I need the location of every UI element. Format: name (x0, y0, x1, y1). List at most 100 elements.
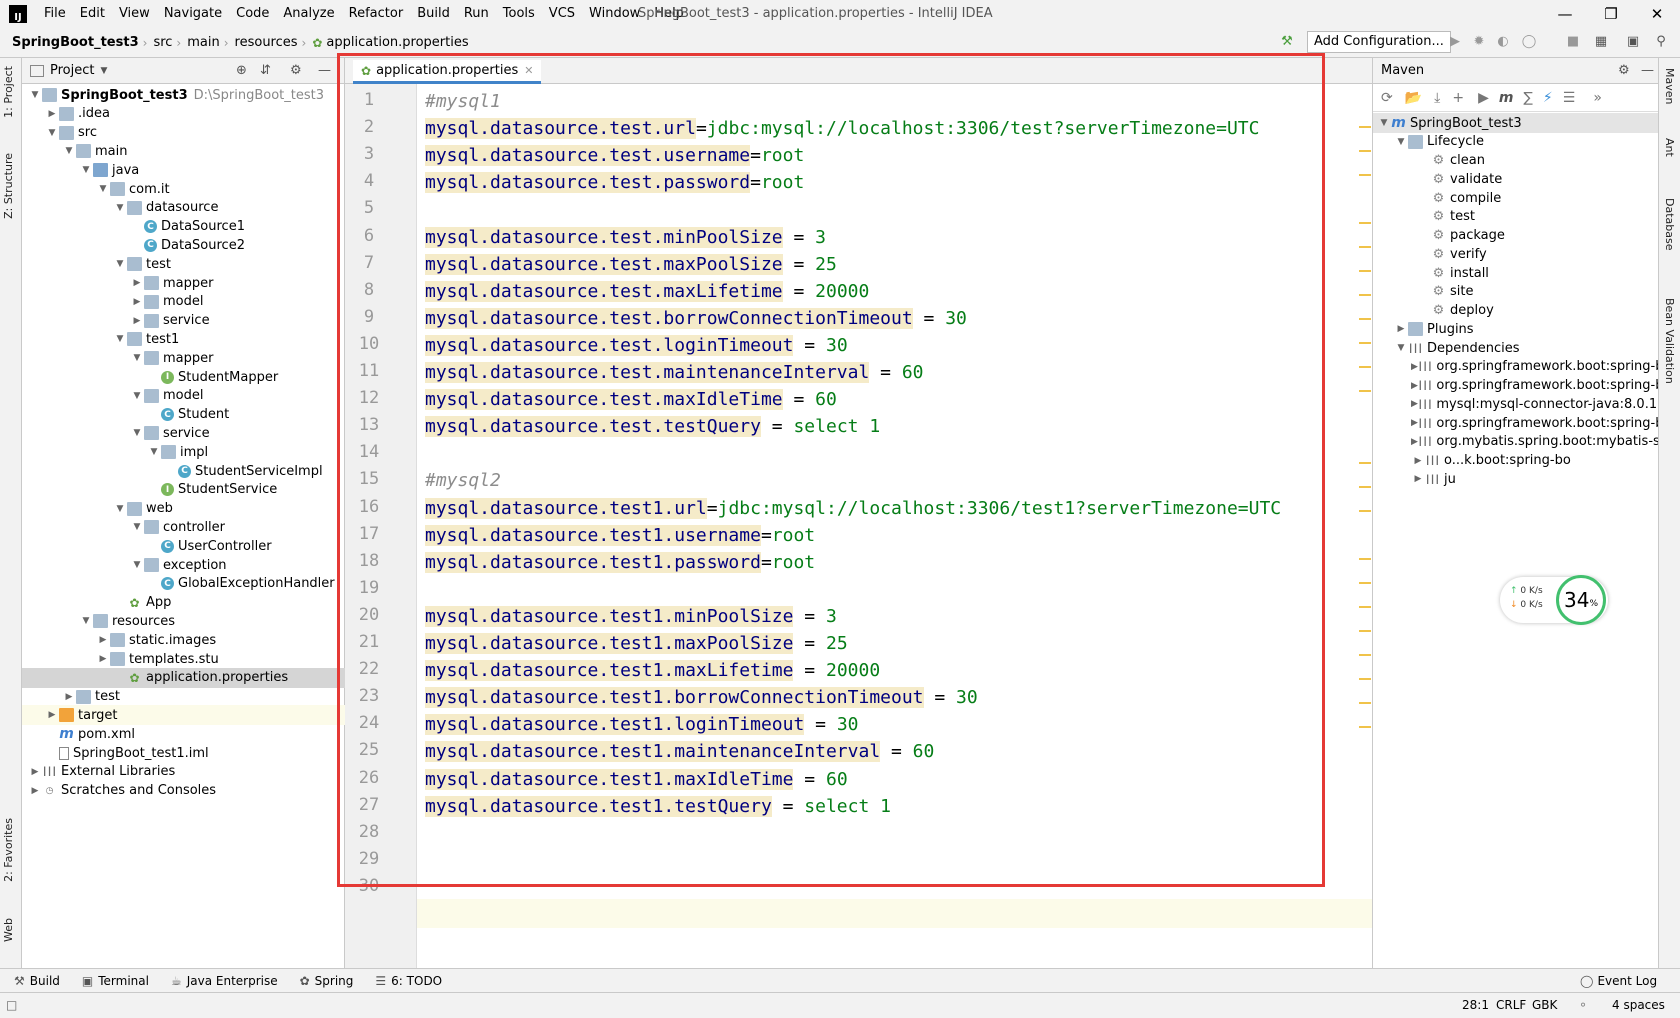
stop-icon[interactable]: ■ (1564, 33, 1582, 51)
maven-item-dependencies[interactable]: ▼ ┃┃┃ Dependencies (1373, 338, 1659, 358)
tree-item-web[interactable]: ▼ web (22, 499, 345, 519)
chevron-right-icon[interactable]: ▶ (28, 786, 42, 796)
chevron-right-icon[interactable]: ▶ (130, 316, 144, 326)
web-tool-tab[interactable]: Web (2, 918, 15, 942)
gear-icon[interactable]: ⚙ (1618, 63, 1630, 78)
breadcrumb-src[interactable]: src (147, 35, 176, 50)
tab-application-properties[interactable]: ✿ application.properties ✕ (353, 60, 542, 84)
chevron-right-icon[interactable]: ▶ (96, 654, 110, 664)
maven-item-package[interactable]: ⚙ package (1373, 226, 1659, 246)
line-separator[interactable]: CRLF (1496, 998, 1526, 1012)
tool-6-todo[interactable]: ☰ 6: TODO (375, 974, 442, 988)
tree-item-templates-stu[interactable]: ▶ templates.stu (22, 649, 345, 669)
tree-item-main[interactable]: ▼ main (22, 141, 345, 161)
scroll-marker[interactable] (1359, 150, 1371, 152)
close-icon[interactable]: ✕ (1634, 0, 1680, 28)
chevron-right-icon[interactable]: ▶ (1411, 437, 1418, 447)
maven-item-verify[interactable]: ⚙ verify (1373, 244, 1659, 264)
maven-item-validate[interactable]: ⚙ validate (1373, 169, 1659, 189)
breadcrumb-springboot-test3[interactable]: SpringBoot_test3 (0, 35, 143, 50)
structure-tool-tab[interactable]: Z: Structure (2, 153, 15, 219)
scroll-marker[interactable] (1359, 246, 1371, 248)
tree-item-model[interactable]: ▶ model (22, 292, 345, 312)
chevron-down-icon[interactable]: ▼ (1377, 118, 1391, 128)
download-icon[interactable]: ⤓ (1434, 90, 1440, 106)
collapse-all-icon[interactable]: ⇵ (260, 63, 271, 78)
tree-item-pom-xml[interactable]: m pom.xml (22, 724, 345, 744)
scroll-marker[interactable] (1359, 462, 1371, 464)
close-tab-icon[interactable]: ✕ (524, 64, 533, 77)
tree-item-model[interactable]: ▼ model (22, 386, 345, 406)
tree-item-springboot-test1-iml[interactable]: SpringBoot_test1.iml (22, 743, 345, 763)
skip-tests-icon[interactable]: ⚡ (1543, 90, 1553, 106)
chevron-down-icon[interactable]: ▼ (130, 560, 144, 570)
tree-item-service[interactable]: ▼ service (22, 423, 345, 443)
menu-build[interactable]: Build (410, 0, 457, 28)
toggle-tool-windows-icon[interactable]: □ (6, 998, 17, 1012)
caret-position[interactable]: 28:1 (1462, 998, 1489, 1012)
network-monitor-widget[interactable]: ↑ 0 K/s ↓ 0 K/s 34% (1500, 575, 1608, 625)
scroll-marker[interactable] (1359, 558, 1371, 560)
chevron-down-icon[interactable]: ▼ (1394, 137, 1408, 147)
chevron-down-icon[interactable]: ▼ (1394, 343, 1408, 353)
scroll-marker[interactable] (1359, 294, 1371, 296)
menu-navigate[interactable]: Navigate (157, 0, 229, 28)
scroll-marker[interactable] (1359, 630, 1371, 632)
menu-run[interactable]: Run (457, 0, 496, 28)
menu-view[interactable]: View (112, 0, 157, 28)
chevron-down-icon[interactable]: ▼ (113, 504, 127, 514)
tree-item-controller[interactable]: ▼ controller (22, 517, 345, 537)
maven-item-o-k-boot-spring-bo[interactable]: ▶ ┃┃┃ o...k.boot:spring-bo (1373, 451, 1659, 471)
tree-item-usercontroller[interactable]: C UserController (22, 536, 345, 556)
chevron-right-icon[interactable]: ▶ (130, 278, 144, 288)
gear-icon[interactable]: ⚙ (290, 63, 302, 78)
chevron-down-icon[interactable]: ▼ (28, 90, 42, 100)
tool-spring[interactable]: ✿ Spring (300, 974, 354, 988)
menu-refactor[interactable]: Refactor (342, 0, 411, 28)
scroll-marker[interactable] (1359, 318, 1371, 320)
chevron-right-icon[interactable]: ▶ (45, 109, 59, 119)
add-icon[interactable]: + (1452, 90, 1464, 106)
project-view-selector[interactable]: Project (50, 63, 94, 78)
breadcrumb-application-properties[interactable]: ✿ application.properties (306, 35, 472, 50)
scroll-marker[interactable] (1359, 366, 1371, 368)
maven-item-org-springframework-boot-spring-bo[interactable]: ▶ ┃┃┃ org.springframework.boot:spring-bo (1373, 413, 1659, 433)
chevron-right-icon[interactable]: ▶ (1411, 456, 1425, 466)
code-content[interactable]: #mysql1 mysql.datasource.test.url = jdbc:my… (425, 84, 1365, 968)
tree-item-springboot-test3[interactable]: ▼ SpringBoot_test3 D:\SpringBoot_test3 (22, 85, 345, 105)
breadcrumb-resources[interactable]: resources (229, 35, 302, 50)
chevron-down-icon[interactable]: ▼ (96, 184, 110, 194)
chevron-right-icon[interactable]: ▶ (130, 297, 144, 307)
coverage-icon[interactable]: ◐ (1494, 33, 1512, 51)
tree-item-idea[interactable]: ▶ .idea (22, 104, 345, 124)
chevron-right-icon[interactable]: ▶ (1411, 474, 1425, 484)
menu-tools[interactable]: Tools (496, 0, 542, 28)
scroll-marker[interactable] (1359, 654, 1371, 656)
profile-icon[interactable]: ◯ (1520, 33, 1538, 51)
scroll-marker[interactable] (1359, 390, 1371, 392)
scroll-marker[interactable] (1359, 678, 1371, 680)
menu-code[interactable]: Code (229, 0, 276, 28)
scroll-marker[interactable] (1359, 222, 1371, 224)
menu-vcs[interactable]: VCS (542, 0, 582, 28)
chevron-down-icon[interactable]: ▼ (79, 165, 93, 175)
maven-tool-tab[interactable]: Maven (1663, 68, 1676, 104)
ant-tool-tab[interactable]: Ant (1663, 138, 1676, 157)
show-dependencies-icon[interactable]: ☰ (1563, 90, 1576, 106)
maven-item-lifecycle[interactable]: ▼ Lifecycle (1373, 132, 1659, 152)
editor-scrollbar[interactable] (1357, 84, 1372, 968)
tree-item-mapper[interactable]: ▼ mapper (22, 348, 345, 368)
chevron-right-icon[interactable]: ▶ (1394, 324, 1408, 334)
tree-item-java[interactable]: ▼ java (22, 160, 345, 180)
chevron-right-icon[interactable]: ▶ (62, 692, 76, 702)
menu-edit[interactable]: Edit (73, 0, 112, 28)
maven-item-plugins[interactable]: ▶ Plugins (1373, 319, 1659, 339)
tool-build[interactable]: ⚒ Build (14, 974, 60, 988)
file-encoding[interactable]: GBK (1532, 998, 1557, 1012)
tool-terminal[interactable]: ▣ Terminal (82, 974, 149, 988)
locate-icon[interactable]: ⊕ (236, 63, 247, 78)
tree-item-datasource[interactable]: ▼ datasource (22, 198, 345, 218)
chevron-right-icon[interactable]: ▶ (1411, 362, 1418, 372)
menu-analyze[interactable]: Analyze (276, 0, 341, 28)
tree-item-studentservice[interactable]: I StudentService (22, 480, 345, 500)
